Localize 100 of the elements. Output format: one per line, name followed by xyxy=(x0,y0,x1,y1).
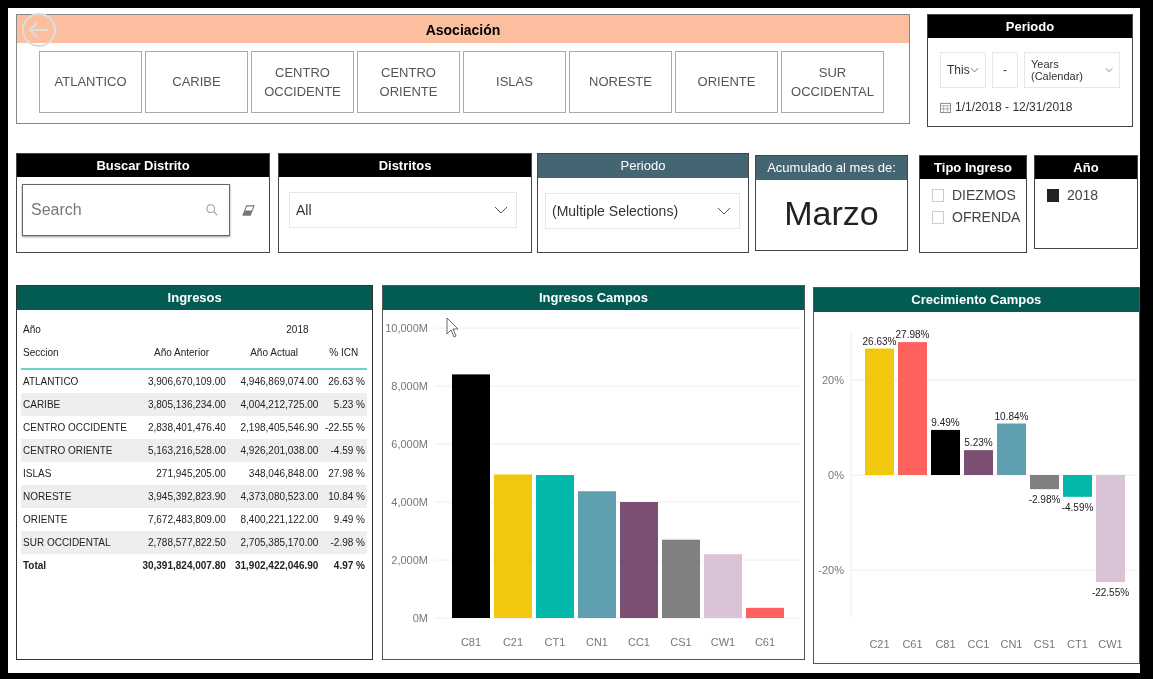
association-button[interactable]: ATLANTICO xyxy=(39,51,142,113)
table-cell: ATLANTICO xyxy=(21,369,136,393)
table-cell: 4,004,212,725.00 xyxy=(227,393,321,416)
axis-label: C81 xyxy=(935,638,956,650)
table-cell: 2,705,385,170.00 xyxy=(227,531,321,554)
table-cell: ISLAS xyxy=(21,462,136,485)
table-cell: 3,945,392,823.90 xyxy=(135,485,228,508)
column-header: % ICN xyxy=(320,341,367,369)
association-button[interactable]: ORIENTE xyxy=(675,51,778,113)
chevron-icon xyxy=(717,207,731,215)
axis-label: 2,000M xyxy=(391,554,429,566)
association-button[interactable]: ISLAS xyxy=(463,51,566,113)
table-cell: 4,373,080,523.00 xyxy=(227,485,321,508)
table-cell: CENTRO OCCIDENTE xyxy=(21,416,136,439)
total-cell: Total xyxy=(21,554,136,577)
data-label: -22.55% xyxy=(1091,587,1129,599)
chevron-icon xyxy=(494,206,508,214)
panel-title: Buscar Distrito xyxy=(17,154,269,177)
association-button[interactable]: NORESTE xyxy=(569,51,672,113)
column-header: Año Actual xyxy=(227,341,321,369)
calendar-icon xyxy=(940,101,951,113)
panel-title: Crecimiento Campos xyxy=(813,288,1139,312)
total-cell: 4.97 % xyxy=(320,554,367,577)
data-label: -2.98% xyxy=(1028,494,1060,506)
table-cell: 2,198,405,546.90 xyxy=(227,416,321,439)
table-cell: 3,906,670,109.00 xyxy=(135,369,228,393)
panel-title: Ingresos Campos xyxy=(383,286,804,310)
relative-dropdown[interactable]: This xyxy=(940,52,986,88)
data-label: 26.63% xyxy=(862,335,897,347)
axis-label: C21 xyxy=(869,638,890,650)
table-cell: 8,400,221,122.00 xyxy=(227,508,321,531)
table-cell: 2,788,577,822.50 xyxy=(135,531,228,554)
association-button[interactable]: CARIBE xyxy=(145,51,248,113)
axis-label: CC1 xyxy=(967,638,990,650)
axis-label: 6,000M xyxy=(391,438,429,450)
data-label: 27.98% xyxy=(895,329,930,341)
axis-label: C61 xyxy=(902,638,923,650)
table-cell: 4,946,869,074.00 xyxy=(227,369,321,393)
period-dropdown[interactable]: (Multiple Selections) xyxy=(545,193,740,229)
axis-label: CC1 xyxy=(628,636,651,648)
axis-label: 0% xyxy=(827,469,844,481)
bar[interactable] xyxy=(620,502,659,618)
districts-dropdown[interactable]: All xyxy=(289,192,517,228)
year-header: 2018 xyxy=(286,324,309,335)
option-label: OFRENDA xyxy=(952,209,1021,225)
axis-label: CT1 xyxy=(1066,638,1088,650)
table-cell: 5.23 % xyxy=(320,393,367,416)
table-cell: -22.55 % xyxy=(320,416,367,439)
chevron-icon xyxy=(1104,67,1113,73)
income-type-option[interactable]: DIEZMOS xyxy=(932,187,1026,203)
axis-label: 10,000M xyxy=(385,322,429,334)
bar[interactable] xyxy=(963,450,993,475)
option-label: DIEZMOS xyxy=(952,187,1016,203)
column-header: Seccion xyxy=(21,341,136,369)
axis-label: C21 xyxy=(503,636,524,648)
bar[interactable] xyxy=(930,429,960,475)
association-button[interactable]: CENTRO OCCIDENTE xyxy=(251,51,354,113)
data-label: -4.59% xyxy=(1061,501,1093,513)
panel-title: Periodo xyxy=(538,154,748,178)
panel-title: Tipo Ingreso xyxy=(920,156,1026,179)
option-label: 2018 xyxy=(1067,187,1099,203)
table-cell: -4.59 % xyxy=(320,439,367,462)
total-cell: 31,902,422,046.90 xyxy=(227,554,321,577)
search-icon xyxy=(206,204,218,216)
checkbox[interactable] xyxy=(1047,188,1059,202)
table-cell: 9.49 % xyxy=(320,508,367,531)
association-button[interactable]: SUR OCCIDENTAL xyxy=(781,51,884,113)
total-cell: 30,391,824,007.80 xyxy=(135,554,228,577)
axis-label: C81 xyxy=(461,636,482,648)
axis-label: -20% xyxy=(817,564,844,576)
data-label: 10.84% xyxy=(994,410,1029,422)
bar[interactable] xyxy=(452,374,491,618)
unit-dropdown[interactable]: Years (Calendar) xyxy=(1024,52,1120,88)
panel-title: Periodo xyxy=(928,15,1132,38)
table-cell: 26.63 % xyxy=(320,369,367,393)
panel-title: Ingresos xyxy=(17,286,373,310)
table-cell: -2.98 % xyxy=(320,531,367,554)
count-field[interactable]: - xyxy=(992,52,1018,88)
income-type-option[interactable]: OFRENDA xyxy=(932,209,1026,225)
cursor-icon xyxy=(446,317,459,338)
axis-label: CN1 xyxy=(586,636,609,648)
year-option[interactable]: 2018 xyxy=(1047,187,1137,203)
table-cell: 348,046,848.00 xyxy=(227,462,321,485)
table-cell: CENTRO ORIENTE xyxy=(21,439,136,462)
panel-title: Acumulado al mes de: xyxy=(756,156,907,180)
axis-label: CS1 xyxy=(670,636,693,648)
data-label: 9.49% xyxy=(930,416,960,428)
table-cell: NORESTE xyxy=(21,485,136,508)
axis-label: CW1 xyxy=(711,636,736,648)
column-header: Año Anterior xyxy=(135,341,228,369)
table-cell: SUR OCCIDENTAL xyxy=(21,531,136,554)
table-cell: ORIENTE xyxy=(21,508,136,531)
search-field[interactable]: Search xyxy=(22,184,230,236)
association-title: Asociación xyxy=(17,15,909,43)
date-range: 1/1/2018 - 12/31/2018 xyxy=(955,100,1073,114)
axis-label: 0M xyxy=(413,612,429,624)
panel-title: Distritos xyxy=(279,154,531,177)
association-button[interactable]: CENTRO ORIENTE xyxy=(357,51,460,113)
eraser-icon[interactable] xyxy=(242,204,255,216)
panel-title: Año xyxy=(1035,156,1137,179)
